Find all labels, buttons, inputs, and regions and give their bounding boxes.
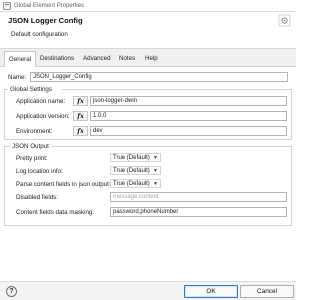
tab-general[interactable]: General <box>4 51 37 68</box>
cancel-button[interactable]: Cancel <box>240 285 294 298</box>
disabled-fields-input[interactable]: message,content <box>110 192 287 202</box>
tab-destinations[interactable]: Destinations <box>40 55 74 62</box>
name-field[interactable]: JSON_Logger_Config <box>30 72 288 82</box>
chevron-down-icon: ▼ <box>153 155 158 161</box>
tab-bar: General Destinations Advanced Notes Help <box>0 48 296 68</box>
dialog-footer: ? OK Cancel <box>0 281 296 300</box>
fx-icon[interactable]: fx <box>73 126 88 136</box>
general-tab-content: Name: JSON_Logger_Config Global Settings… <box>0 67 296 281</box>
tab-notes[interactable]: Notes <box>119 55 135 62</box>
name-label: Name: <box>8 74 27 81</box>
tab-help[interactable]: Help <box>145 55 158 62</box>
pretty-print-label: Pretty print: <box>16 155 48 162</box>
pretty-print-value: True (Default) <box>113 155 150 161</box>
tab-advanced[interactable]: Advanced <box>83 55 111 62</box>
log-location-label: Log location info: <box>16 168 63 175</box>
app-version-field[interactable]: 1.0.0 <box>90 111 287 121</box>
parse-content-label: Parse content fields in json output: <box>16 181 111 188</box>
app-name-label: Application name: <box>16 98 66 105</box>
fx-icon[interactable]: fx <box>73 111 88 121</box>
log-location-value: True (Default) <box>113 168 150 174</box>
config-subtitle: Default configuration <box>11 31 68 38</box>
window-app-icon <box>3 1 11 10</box>
help-icon[interactable]: ? <box>6 286 17 297</box>
disabled-fields-label: Disabled fields: <box>16 194 58 201</box>
log-location-dropdown[interactable]: True (Default) ▼ <box>110 166 161 175</box>
masking-field[interactable]: password,phoneNumber <box>110 207 287 217</box>
app-version-label: Application version: <box>16 113 70 120</box>
gear-icon <box>278 14 291 27</box>
chevron-down-icon: ▼ <box>153 168 158 174</box>
masking-label: Content fields data masking: <box>16 209 95 216</box>
ok-button[interactable]: OK <box>184 285 238 298</box>
window-title: Global Element Properties <box>14 2 85 9</box>
chevron-down-icon: ▼ <box>153 181 158 187</box>
environment-field[interactable]: dev <box>90 126 287 136</box>
app-name-field[interactable]: json-logger-dwin <box>90 96 287 106</box>
parse-content-dropdown[interactable]: True (Default) ▼ <box>110 179 161 188</box>
window-titlebar: Global Element Properties <box>0 0 296 12</box>
dialog-header: JSON Logger Config Default configuration <box>0 12 296 48</box>
environment-label: Environment: <box>16 128 53 135</box>
fx-icon[interactable]: fx <box>73 96 88 106</box>
config-title: JSON Logger Config <box>8 16 83 25</box>
parse-content-value: True (Default) <box>113 181 150 187</box>
pretty-print-dropdown[interactable]: True (Default) ▼ <box>110 153 161 162</box>
